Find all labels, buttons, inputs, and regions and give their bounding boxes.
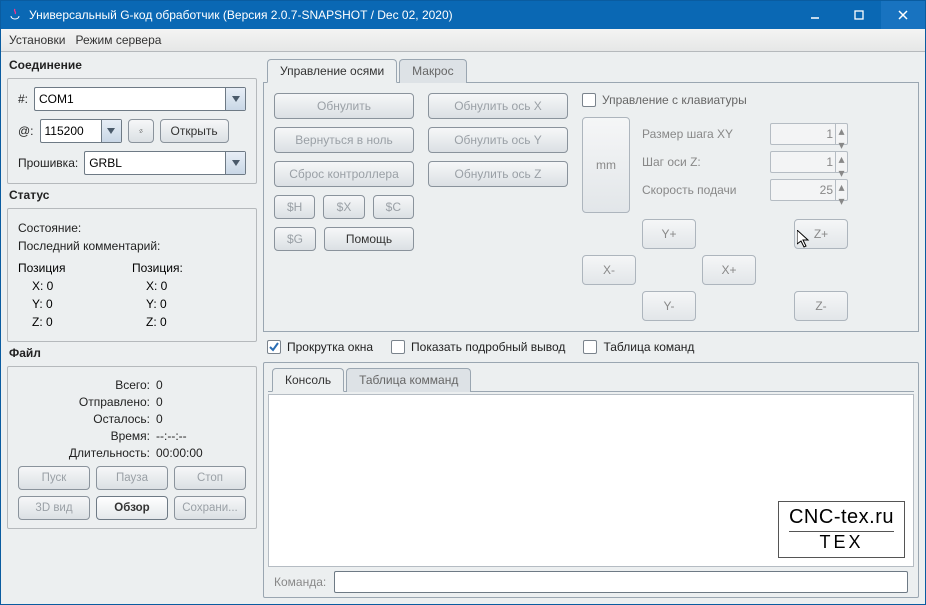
feed-input[interactable]: 25▴▾ [770,179,848,201]
total-label: Всего: [18,378,156,392]
port-label: #: [18,92,28,106]
file-panel: Всего:0 Отправлено:0 Осталось:0 Время:--… [7,366,257,529]
tab-axis-control[interactable]: Управление осями [267,59,397,83]
port-select[interactable]: COM1 [34,87,246,111]
view3d-button[interactable]: 3D вид [18,496,90,520]
status-title: Статус [9,188,257,202]
pause-button[interactable]: Пауза [96,466,168,490]
connection-panel: #: COM1 @: 115200 Открыть [7,78,257,184]
return-zero-button[interactable]: Вернуться в ноль [274,127,414,153]
duration-value: 00:00:00 [156,446,246,460]
checkbox-icon [391,340,405,354]
tab-command-table[interactable]: Таблица комманд [346,368,471,392]
tab-macro[interactable]: Макрос [399,59,466,83]
baud-select[interactable]: 115200 [40,119,122,143]
refresh-button[interactable] [128,119,154,143]
help-button[interactable]: Помощь [324,227,414,251]
home-button[interactable]: $H [274,195,315,219]
jog-y-minus[interactable]: Y- [642,291,696,321]
work-pos-y: Y: 0 [146,297,246,311]
zero-z-button[interactable]: Обнулить ось Z [428,161,568,187]
connection-title: Соединение [9,58,257,72]
console-panel: Консоль Таблица комманд CNC-tex.ru TEX К… [263,362,919,598]
menu-bar: Установки Режим сервера [1,29,925,52]
baud-label: @: [18,124,34,138]
axis-control-container: Управление осями Макрос Обнулить Вернуть… [263,58,919,332]
units-button[interactable]: mm [582,117,630,213]
close-button[interactable] [881,1,925,29]
checkbox-checked-icon [267,340,281,354]
verbose-check[interactable]: Показать подробный вывод [391,340,565,354]
work-pos-x: X: 0 [146,279,246,293]
check-button[interactable]: $C [373,195,414,219]
keyboard-control-check[interactable]: Управление с клавиатуры [582,93,908,107]
title-bar: Универсальный G-код обработчик (Версия 2… [1,1,925,29]
state-label: Состояние: [18,221,246,235]
menu-server[interactable]: Режим сервера [75,33,161,47]
remaining-label: Осталось: [18,412,156,426]
time-label: Время: [18,429,156,443]
step-xy-label: Размер шага XY [642,127,762,141]
firmware-select[interactable]: GRBL [84,151,246,175]
open-button[interactable]: Открыть [160,119,229,143]
console-output[interactable]: CNC-tex.ru TEX [268,394,914,567]
zero-x-button[interactable]: Обнулить ось X [428,93,568,119]
jog-x-minus[interactable]: X- [582,255,636,285]
duration-label: Длительность: [18,446,156,460]
machine-pos-y: Y: 0 [32,297,132,311]
browse-button[interactable]: Обзор [96,496,168,520]
jog-z-plus[interactable]: Z+ [794,219,848,249]
zero-button[interactable]: Обнулить [274,93,414,119]
output-options: Прокрутка окна Показать подробный вывод … [263,338,919,356]
command-input[interactable] [334,571,908,593]
java-icon [7,7,23,23]
sent-label: Отправлено: [18,395,156,409]
file-title: Файл [9,346,257,360]
work-pos-z: Z: 0 [146,315,246,329]
zero-y-button[interactable]: Обнулить ось Y [428,127,568,153]
step-xy-input[interactable]: 1▴▾ [770,123,848,145]
gstate-button[interactable]: $G [274,227,316,251]
chevron-down-icon [225,88,245,110]
minimize-button[interactable] [793,1,837,29]
jog-x-plus[interactable]: X+ [702,255,756,285]
time-value: --:--:-- [156,429,246,443]
firmware-label: Прошивка: [18,156,78,170]
watermark: CNC-tex.ru TEX [778,501,905,558]
remaining-value: 0 [156,412,246,426]
stop-button[interactable]: Стоп [174,466,246,490]
checkbox-icon [582,93,596,107]
checkbox-icon [583,340,597,354]
machine-pos-z: Z: 0 [32,315,132,329]
window-title: Универсальный G-код обработчик (Версия 2… [29,8,793,22]
step-z-label: Шаг оси Z: [642,155,762,169]
save-button[interactable]: Сохрани... [174,496,246,520]
total-value: 0 [156,378,246,392]
scroll-check[interactable]: Прокрутка окна [267,340,373,354]
tab-console[interactable]: Консоль [272,368,344,392]
step-z-input[interactable]: 1▴▾ [770,151,848,173]
command-label: Команда: [274,575,326,589]
jog-z-minus[interactable]: Z- [794,291,848,321]
chevron-down-icon [101,120,121,142]
command-table-check[interactable]: Таблица команд [583,340,694,354]
feed-label: Скорость подачи [642,183,762,197]
jog-y-plus[interactable]: Y+ [642,219,696,249]
menu-settings[interactable]: Установки [9,33,65,47]
maximize-button[interactable] [837,1,881,29]
run-button[interactable]: Пуск [18,466,90,490]
chevron-down-icon [225,152,245,174]
status-panel: Состояние: Последний комментарий: Позици… [7,208,257,342]
sent-value: 0 [156,395,246,409]
unlock-button[interactable]: $X [323,195,364,219]
last-comment-label: Последний комментарий: [18,239,246,253]
reset-controller-button[interactable]: Сброс контроллера [274,161,414,187]
machine-pos-header: Позиция [18,261,132,275]
work-pos-header: Позиция: [132,261,246,275]
machine-pos-x: X: 0 [32,279,132,293]
